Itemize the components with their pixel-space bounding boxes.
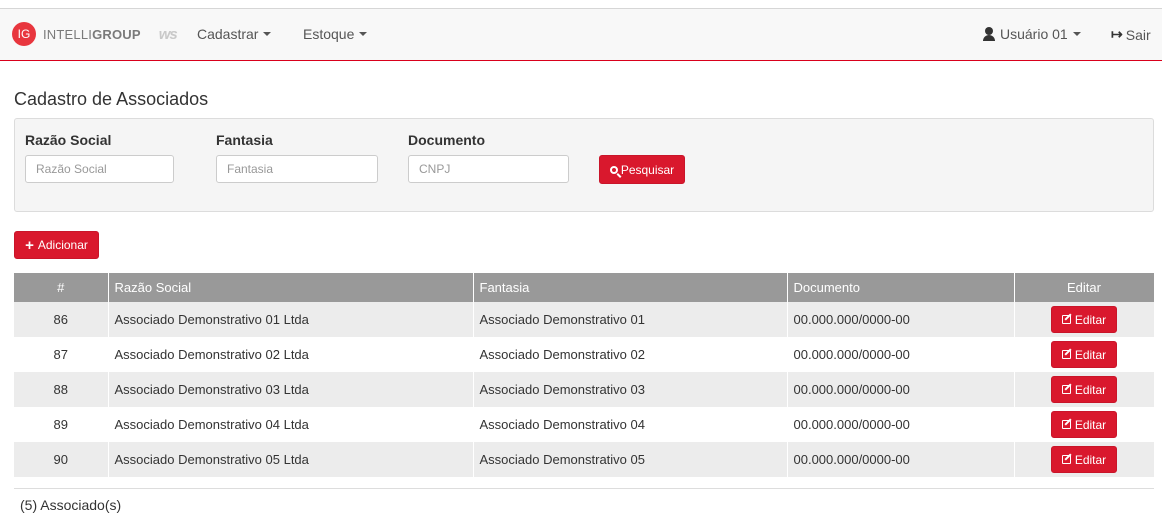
- edit-icon: [1061, 420, 1071, 429]
- edit-button[interactable]: Editar: [1051, 341, 1117, 368]
- header-editar: Editar: [1014, 273, 1155, 302]
- page-title: Cadastro de Associados: [14, 89, 209, 109]
- menu-estoque-label: Estoque: [303, 26, 355, 42]
- razao-social-input[interactable]: [25, 155, 174, 183]
- edit-icon: [1061, 385, 1071, 394]
- signout-label: Sair: [1125, 26, 1151, 43]
- user-menu-label: Usuário 01: [1000, 26, 1068, 42]
- brand-name-bold: GROUP: [92, 26, 141, 42]
- cell-num: 87: [14, 337, 109, 372]
- cell-documento: 00.000.000/0000-00: [787, 442, 1015, 477]
- cell-fantasia: Associado Demonstrativo 02: [473, 337, 788, 372]
- cell-num: 88: [14, 372, 109, 407]
- cell-editar: Editar: [1014, 302, 1155, 337]
- edit-button-label: Editar: [1074, 382, 1107, 397]
- razao-social-label: Razão Social: [25, 132, 112, 148]
- cell-documento: 00.000.000/0000-00: [787, 302, 1015, 337]
- fantasia-label: Fantasia: [216, 132, 273, 148]
- cell-razao-social: Associado Demonstrativo 01 Ltda: [108, 302, 474, 337]
- cell-fantasia: Associado Demonstrativo 04: [473, 407, 788, 442]
- header-num[interactable]: #: [14, 273, 109, 302]
- add-button[interactable]: + Adicionar: [14, 231, 99, 259]
- cell-editar: Editar: [1014, 372, 1155, 407]
- table-header-row: # Razão Social Fantasia Documento Editar: [14, 273, 1155, 302]
- edit-icon: [1061, 350, 1071, 359]
- signout-link[interactable]: ↦ Sair: [1111, 26, 1151, 43]
- plus-icon: +: [25, 236, 34, 254]
- header-fantasia[interactable]: Fantasia: [473, 273, 788, 302]
- edit-button[interactable]: Editar: [1051, 376, 1117, 403]
- cell-razao-social: Associado Demonstrativo 04 Ltda: [108, 407, 474, 442]
- cell-editar: Editar: [1014, 407, 1155, 442]
- caret-down-icon: [1072, 32, 1081, 36]
- table-row: 89 Associado Demonstrativo 04 Ltda Assoc…: [14, 407, 1155, 442]
- search-button[interactable]: Pesquisar: [599, 155, 685, 184]
- brand-logo[interactable]: IG INTELLIGROUP ws: [12, 22, 178, 46]
- cell-num: 89: [14, 407, 109, 442]
- record-count: (5) Associado(s): [20, 497, 122, 513]
- table-footer-divider: [14, 488, 1154, 489]
- filter-panel: Razão Social Fantasia Documento Pesquisa…: [14, 118, 1154, 212]
- table-row: 88 Associado Demonstrativo 03 Ltda Assoc…: [14, 372, 1155, 407]
- cell-fantasia: Associado Demonstrativo 03: [473, 372, 788, 407]
- cell-fantasia: Associado Demonstrativo 05: [473, 442, 788, 477]
- menu-cadastrar-label: Cadastrar: [197, 26, 259, 42]
- search-icon: [609, 165, 618, 174]
- cell-documento: 00.000.000/0000-00: [787, 407, 1015, 442]
- documento-input[interactable]: [408, 155, 569, 183]
- edit-icon: [1061, 315, 1071, 324]
- header-documento[interactable]: Documento: [787, 273, 1015, 302]
- edit-button[interactable]: Editar: [1051, 411, 1117, 438]
- search-button-label: Pesquisar: [620, 162, 675, 177]
- edit-button-label: Editar: [1074, 312, 1107, 327]
- fantasia-input[interactable]: [216, 155, 378, 183]
- brand-name: INTELLIGROUP: [43, 27, 141, 42]
- caret-down-icon: [263, 32, 272, 36]
- documento-label: Documento: [408, 132, 485, 148]
- partner-logo-icon: ws: [158, 25, 178, 43]
- sign-out-icon: ↦: [1111, 26, 1123, 42]
- top-navbar: IG INTELLIGROUP ws Cadastrar Estoque Usu…: [0, 9, 1162, 61]
- table-row: 86 Associado Demonstrativo 01 Ltda Assoc…: [14, 302, 1155, 337]
- table-row: 87 Associado Demonstrativo 02 Ltda Assoc…: [14, 337, 1155, 372]
- cell-num: 90: [14, 442, 109, 477]
- header-razao-social[interactable]: Razão Social: [108, 273, 474, 302]
- add-button-label: Adicionar: [37, 238, 88, 252]
- window-top-border: [0, 0, 1162, 9]
- cell-razao-social: Associado Demonstrativo 02 Ltda: [108, 337, 474, 372]
- cell-num: 86: [14, 302, 109, 337]
- user-icon: [982, 27, 996, 41]
- edit-button-label: Editar: [1074, 347, 1107, 362]
- table-row: 90 Associado Demonstrativo 05 Ltda Assoc…: [14, 442, 1155, 477]
- caret-down-icon: [359, 32, 368, 36]
- brand-name-light: INTELLI: [43, 26, 93, 42]
- menu-cadastrar[interactable]: Cadastrar: [197, 26, 272, 42]
- cell-fantasia: Associado Demonstrativo 01: [473, 302, 788, 337]
- logo-badge-icon: IG: [12, 22, 36, 46]
- cell-editar: Editar: [1014, 337, 1155, 372]
- edit-button-label: Editar: [1074, 452, 1107, 467]
- associados-table: # Razão Social Fantasia Documento Editar…: [14, 273, 1155, 477]
- cell-editar: Editar: [1014, 442, 1155, 477]
- menu-estoque[interactable]: Estoque: [303, 26, 368, 42]
- cell-documento: 00.000.000/0000-00: [787, 372, 1015, 407]
- edit-button[interactable]: Editar: [1051, 446, 1117, 473]
- cell-razao-social: Associado Demonstrativo 03 Ltda: [108, 372, 474, 407]
- cell-razao-social: Associado Demonstrativo 05 Ltda: [108, 442, 474, 477]
- edit-button-label: Editar: [1074, 417, 1107, 432]
- user-menu[interactable]: Usuário 01: [982, 26, 1081, 42]
- edit-icon: [1061, 455, 1071, 464]
- edit-button[interactable]: Editar: [1051, 306, 1117, 333]
- cell-documento: 00.000.000/0000-00: [787, 337, 1015, 372]
